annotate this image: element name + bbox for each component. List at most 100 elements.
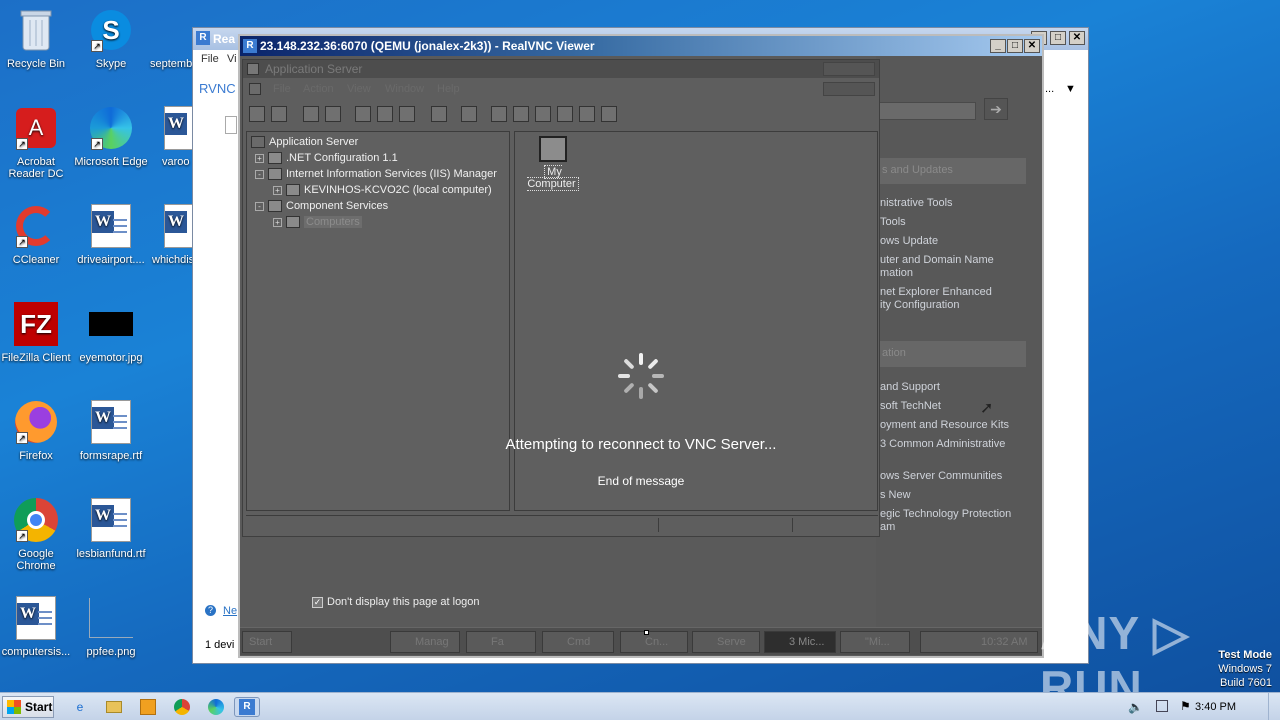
desktop-icon-recycle-bin[interactable]: Recycle Bin xyxy=(0,8,74,70)
desktop-icon-edge[interactable]: ↗ Microsoft Edge xyxy=(73,106,149,168)
remote-link: egic Technology Protection xyxy=(880,508,1012,520)
computer-icon xyxy=(539,136,567,162)
vnc-close-button[interactable]: ✕ xyxy=(1024,39,1040,53)
tree-item-iis-manager[interactable]: - Internet Information Services (IIS) Ma… xyxy=(255,168,497,180)
desktop-icon-formsrape[interactable]: W formsrape.rtf xyxy=(73,400,149,462)
realvnc-taskbar-icon[interactable]: R xyxy=(234,697,260,717)
background-menu-file[interactable]: File xyxy=(201,53,219,65)
windows-logo-icon xyxy=(7,700,21,714)
realvnc-logo-icon: R xyxy=(196,31,210,45)
remote-task-cn[interactable]: Cn... xyxy=(620,631,688,653)
arrow-right-icon: ➔ xyxy=(984,98,1008,120)
expand-icon[interactable]: + xyxy=(273,217,282,227)
file-explorer-icon[interactable] xyxy=(104,697,124,717)
desktop-icon-computersis[interactable]: W computersis... xyxy=(0,596,74,658)
volume-icon[interactable]: 🔈 xyxy=(1128,700,1143,714)
start-label: Start xyxy=(25,700,53,714)
properties-icon[interactable] xyxy=(377,106,393,122)
action-center-icon[interactable]: ⚑ xyxy=(1180,699,1191,713)
test-mode-line: Build 7601 xyxy=(1220,677,1272,689)
word-document-icon: W xyxy=(89,400,133,444)
chevron-down-icon[interactable]: ▼ xyxy=(1065,83,1076,95)
export-icon[interactable] xyxy=(431,106,447,122)
tree-item-local-computer[interactable]: + KEVINHOS-KCVO2C (local computer) xyxy=(273,184,492,196)
background-maximize-button[interactable]: □ xyxy=(1050,31,1066,45)
tree-item-component-services[interactable]: - Component Services xyxy=(255,200,388,212)
media-player-icon[interactable] xyxy=(138,697,158,717)
console-menu-file[interactable]: File xyxy=(273,83,291,95)
large-icons-icon[interactable] xyxy=(491,106,507,122)
realvnc-logo-icon: R xyxy=(243,39,257,53)
console-menu-action[interactable]: Action xyxy=(303,83,334,95)
computer-icon[interactable] xyxy=(579,106,595,122)
desktop-icon-label: varoo xyxy=(162,156,190,168)
desktop-icon-lesbianfund[interactable]: W lesbianfund.rtf xyxy=(73,498,149,560)
vnc-maximize-button[interactable]: □ xyxy=(1007,39,1023,53)
up-icon[interactable] xyxy=(303,106,319,122)
desktop-icon-whichdis[interactable]: W whichdis xyxy=(140,204,204,266)
remote-task-mic[interactable]: 3 Mic... xyxy=(764,631,836,653)
forward-icon[interactable] xyxy=(271,106,287,122)
monitor-icon[interactable] xyxy=(601,106,617,122)
background-close-button[interactable]: ✕ xyxy=(1069,31,1085,45)
delete-icon[interactable] xyxy=(355,106,371,122)
vnc-minimize-button[interactable]: _ xyxy=(990,39,1006,53)
desktop-icon-firefox[interactable]: ↗ Firefox xyxy=(0,400,74,462)
desktop-icon-acrobat[interactable]: A ↗ Acrobat Reader DC xyxy=(0,106,74,180)
remote-task-cmd[interactable]: Cmd xyxy=(542,631,614,653)
desktop-icon-varoo[interactable]: W varoo xyxy=(140,106,204,168)
background-link[interactable]: Ne xyxy=(223,605,237,617)
console-menu-help[interactable]: Help xyxy=(437,83,460,95)
tree-item-net-configuration[interactable]: + .NET Configuration 1.1 xyxy=(255,152,398,164)
desktop-icon-ccleaner[interactable]: ↗ CCleaner xyxy=(0,204,74,266)
refresh-icon[interactable] xyxy=(399,106,415,122)
list-item-my-computer[interactable]: My Computer xyxy=(517,136,589,191)
start-button[interactable]: Start xyxy=(2,696,54,718)
remote-start-button[interactable]: Start xyxy=(242,631,292,653)
remote-task-mi[interactable]: "Mi... xyxy=(840,631,910,653)
edge-icon: ↗ xyxy=(89,106,133,150)
small-icons-icon[interactable] xyxy=(513,106,529,122)
console-menu-window[interactable]: Window xyxy=(385,83,424,95)
system-clock[interactable]: 3:40 PM xyxy=(1195,701,1236,713)
show-desktop-button[interactable] xyxy=(1268,693,1280,720)
detail-icon[interactable] xyxy=(557,106,573,122)
status-divider xyxy=(658,518,659,532)
test-mode-line: Test Mode xyxy=(1218,649,1272,661)
remote-task-fa[interactable]: Fa xyxy=(466,631,536,653)
network-icon[interactable] xyxy=(1156,700,1168,712)
desktop-icon-eyemotor[interactable]: eyemotor.jpg xyxy=(73,302,149,364)
tree-item-application-server[interactable]: Application Server xyxy=(251,136,358,148)
remote-section-heading: ation xyxy=(876,341,1026,367)
desktop-icon-driveairport[interactable]: W driveairport.... xyxy=(73,204,149,266)
logon-checkbox-row[interactable]: ✓ Don't display this page at logon xyxy=(312,596,480,608)
remote-link: mation xyxy=(880,267,914,279)
test-mode-label: Test Mode Windows 7 Build 7601 xyxy=(1218,648,1272,690)
console-menu-view[interactable]: View xyxy=(347,83,371,95)
acrobat-icon: A ↗ xyxy=(14,106,58,150)
remote-task-manage[interactable]: Manag xyxy=(390,631,460,653)
show-tree-icon[interactable] xyxy=(325,106,341,122)
desktop-icon-septemb[interactable]: septemb xyxy=(140,8,200,70)
list-icon[interactable] xyxy=(535,106,551,122)
checkbox-icon[interactable]: ✓ xyxy=(312,596,323,608)
remote-link: nistrative Tools xyxy=(880,197,953,209)
desktop-icon-filezilla[interactable]: FZ FileZilla Client xyxy=(0,302,74,364)
desktop-icon-ppfee[interactable]: ppfee.png xyxy=(73,596,149,658)
tree-item-computers[interactable]: + Computers xyxy=(273,216,362,228)
collapse-icon[interactable]: - xyxy=(255,169,264,179)
edge-icon[interactable] xyxy=(206,697,226,717)
remote-task-serve[interactable]: Serve xyxy=(692,631,760,653)
desktop-icon-label: Google Chrome xyxy=(16,548,56,572)
chrome-icon[interactable] xyxy=(172,697,192,717)
desktop-icon-chrome[interactable]: ↗ Google Chrome xyxy=(0,498,74,572)
remote-desktop-view[interactable]: ➔ s and Updates nistrative Tools Tools o… xyxy=(240,56,1042,656)
collapse-icon[interactable]: - xyxy=(255,201,264,211)
internet-explorer-icon[interactable]: e xyxy=(70,697,90,717)
back-icon[interactable] xyxy=(249,106,265,122)
help-icon[interactable] xyxy=(461,106,477,122)
expand-icon[interactable]: + xyxy=(273,185,282,195)
background-menu-view[interactable]: Vi xyxy=(227,53,237,65)
expand-icon[interactable]: + xyxy=(255,153,264,163)
desktop-icon-skype[interactable]: S ↗ Skype xyxy=(73,8,149,70)
